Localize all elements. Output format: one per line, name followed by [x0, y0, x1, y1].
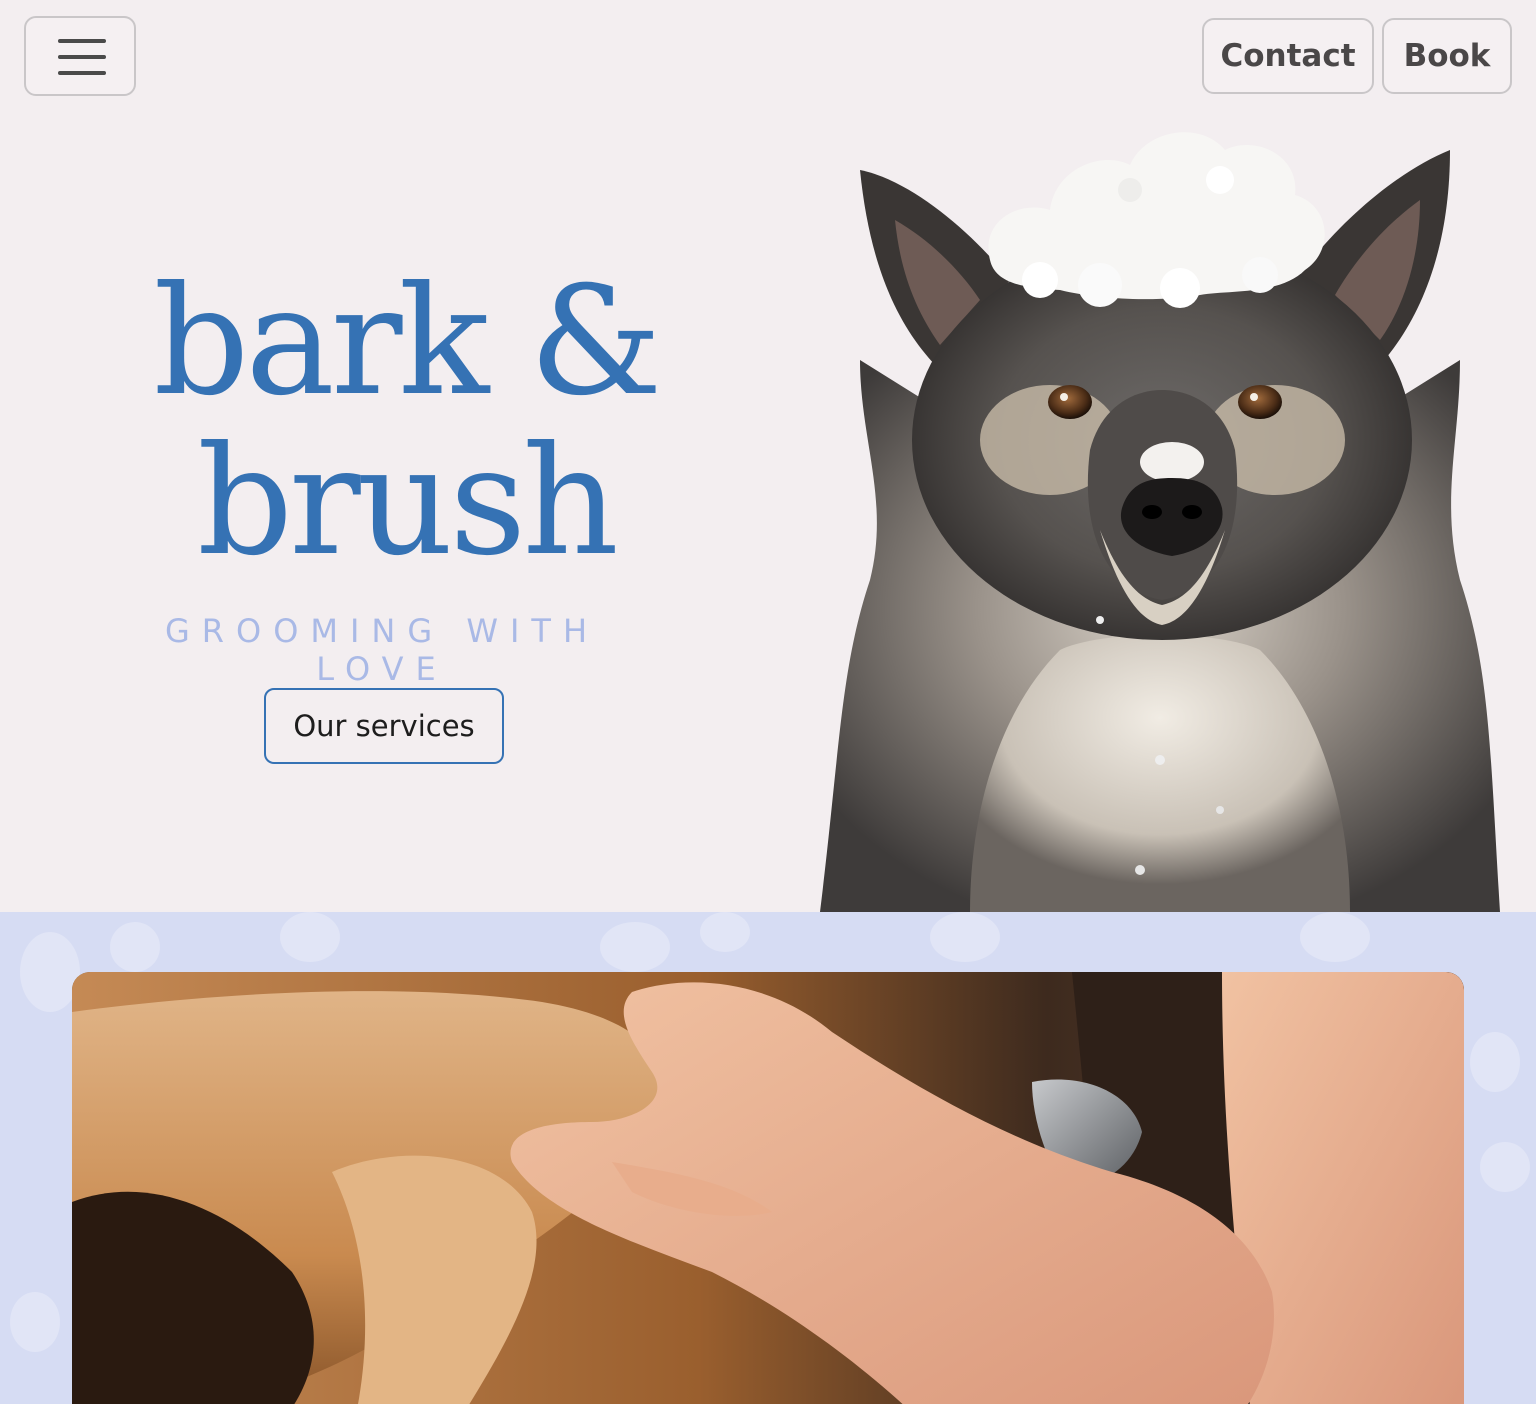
paw-print-icon: [1480, 1142, 1530, 1192]
paw-print-icon: [930, 912, 1000, 962]
menu-button[interactable]: [24, 16, 136, 96]
paw-print-icon: [600, 922, 670, 972]
hamburger-menu-icon-bar: [58, 71, 106, 75]
paw-print-icon: [20, 932, 80, 1012]
top-nav: Contact Book: [0, 0, 1536, 112]
hamburger-menu-icon-bar: [58, 55, 106, 59]
grooming-photo-card: [72, 972, 1464, 1404]
brand-title-line2: brush: [197, 415, 619, 589]
paw-print-icon: [280, 912, 340, 962]
contact-button[interactable]: Contact: [1202, 18, 1374, 94]
brand-title-line1: bark &: [153, 255, 662, 429]
paw-print-icon: [1300, 912, 1370, 962]
our-services-button[interactable]: Our services: [264, 688, 504, 764]
grooming-hands-photo: [72, 972, 1464, 1404]
paw-print-icon: [1470, 1032, 1520, 1092]
paw-print-icon: [10, 1292, 60, 1352]
grooming-section: [0, 912, 1536, 1404]
soapy-dog-photo: [820, 132, 1500, 912]
book-button[interactable]: Book: [1382, 18, 1512, 94]
paw-print-icon: [110, 922, 160, 972]
hamburger-menu-icon: [58, 39, 106, 43]
tagline: GROOMING WITH LOVE: [164, 612, 600, 688]
paw-print-icon: [700, 912, 750, 952]
brand-title: bark & brush: [96, 262, 716, 582]
